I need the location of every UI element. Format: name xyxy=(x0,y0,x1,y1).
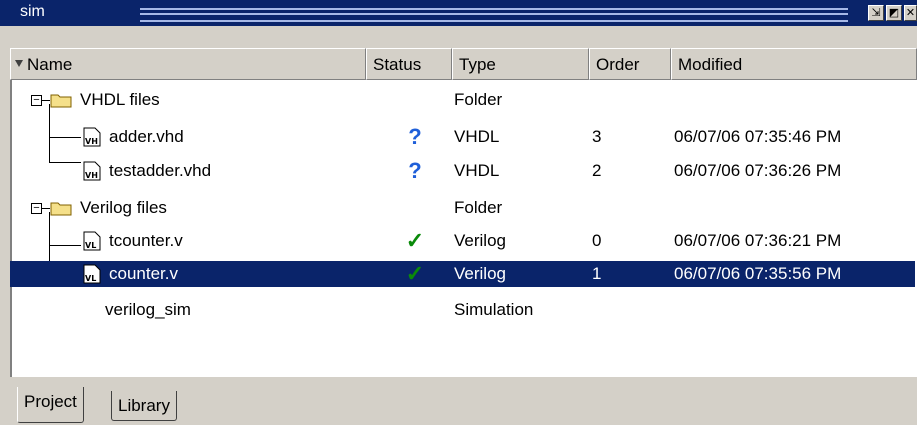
row-name: testadder.vhd xyxy=(109,161,212,180)
row-type: Verilog xyxy=(454,231,506,250)
file-icon-label: VH xyxy=(85,171,98,180)
panel-title: sim xyxy=(20,3,45,20)
status-compiled-icon: ✓ xyxy=(405,261,425,286)
row-order: 2 xyxy=(592,161,602,180)
maximize-icon[interactable]: ◩ xyxy=(886,5,902,21)
vhdl-file-icon: VH xyxy=(83,127,101,147)
undock-icon[interactable]: ⇲ xyxy=(868,5,884,21)
row-type: Simulation xyxy=(454,300,534,319)
column-header-modified[interactable]: Modified xyxy=(671,48,917,80)
column-header-status[interactable]: Status xyxy=(366,48,452,80)
row-order: 0 xyxy=(592,231,602,250)
column-label-name: Name xyxy=(27,55,73,74)
column-header-type[interactable]: Type xyxy=(452,48,589,80)
verilog-file-icon: VL xyxy=(83,264,101,284)
row-order: 3 xyxy=(592,127,602,146)
row-name: adder.vhd xyxy=(109,127,184,146)
status-unknown-icon: ? xyxy=(408,158,422,183)
tree-line xyxy=(42,208,50,209)
column-header-name[interactable]: Name xyxy=(10,48,366,80)
collapse-icon[interactable]: − xyxy=(31,203,42,214)
tree-row-verilog-files[interactable]: − Verilog files Folder xyxy=(10,195,915,221)
column-header-order[interactable]: Order xyxy=(589,48,671,80)
row-modified: 06/07/06 07:35:56 PM xyxy=(674,264,842,283)
column-label-type: Type xyxy=(459,55,496,74)
tab-library[interactable]: Library xyxy=(111,391,177,421)
row-type: Verilog xyxy=(454,264,506,283)
column-label-modified: Modified xyxy=(678,55,743,74)
row-name: VHDL files xyxy=(80,90,160,109)
tree-row-tcounter-v[interactable]: VL tcounter.v ✓ Verilog 0 06/07/06 07:36… xyxy=(10,228,915,254)
row-modified: 06/07/06 07:36:21 PM xyxy=(674,231,842,250)
folder-icon xyxy=(50,202,72,216)
vhdl-file-icon: VH xyxy=(83,161,101,181)
row-modified: 06/07/06 07:35:46 PM xyxy=(674,127,842,146)
row-name: counter.v xyxy=(109,264,178,283)
row-name: verilog_sim xyxy=(105,300,191,319)
tab-project[interactable]: Project xyxy=(17,387,84,423)
tree-row-vhdl-files[interactable]: − VHDL files Folder xyxy=(10,87,915,113)
row-type: Folder xyxy=(454,90,503,109)
tree-line xyxy=(42,100,50,101)
tree-row-testadder-vhd[interactable]: VH testadder.vhd ? VHDL 2 06/07/06 07:36… xyxy=(10,158,915,184)
status-unknown-icon: ? xyxy=(408,124,422,149)
verilog-file-icon: VL xyxy=(83,231,101,251)
column-label-order: Order xyxy=(596,55,640,74)
collapse-icon[interactable]: − xyxy=(31,95,42,106)
file-icon-label: VH xyxy=(85,137,98,146)
column-header: Name Status Type Order Modified xyxy=(10,48,917,80)
close-icon[interactable]: ✕ xyxy=(904,5,917,21)
file-icon-label: VL xyxy=(85,241,96,250)
tree-row-counter-v[interactable]: VL counter.v ✓ Verilog 1 06/07/06 07:35:… xyxy=(10,261,915,287)
folder-icon xyxy=(50,94,72,108)
row-type: VHDL xyxy=(454,127,500,146)
row-name: Verilog files xyxy=(80,198,167,217)
row-modified: 06/07/06 07:36:26 PM xyxy=(674,161,842,180)
title-grip xyxy=(140,8,848,22)
tree-row-verilog-sim[interactable]: verilog_sim Simulation xyxy=(10,297,915,323)
row-type: VHDL xyxy=(454,161,500,180)
file-icon-label: VL xyxy=(85,274,96,283)
column-label-status: Status xyxy=(373,55,422,74)
tree-row-adder-vhd[interactable]: VH adder.vhd ? VHDL 3 06/07/06 07:35:46 … xyxy=(10,124,915,150)
row-name: tcounter.v xyxy=(109,231,183,250)
tab-strip: Project Library xyxy=(0,377,917,425)
tab-label: Library xyxy=(118,396,170,415)
sort-dropdown-icon[interactable] xyxy=(15,60,23,67)
row-order: 1 xyxy=(592,264,602,283)
status-compiled-icon: ✓ xyxy=(405,228,425,253)
row-type: Folder xyxy=(454,198,503,217)
tab-label: Project xyxy=(24,392,77,411)
panel-title-bar[interactable]: sim ⇲ ◩ ✕ xyxy=(0,0,917,28)
